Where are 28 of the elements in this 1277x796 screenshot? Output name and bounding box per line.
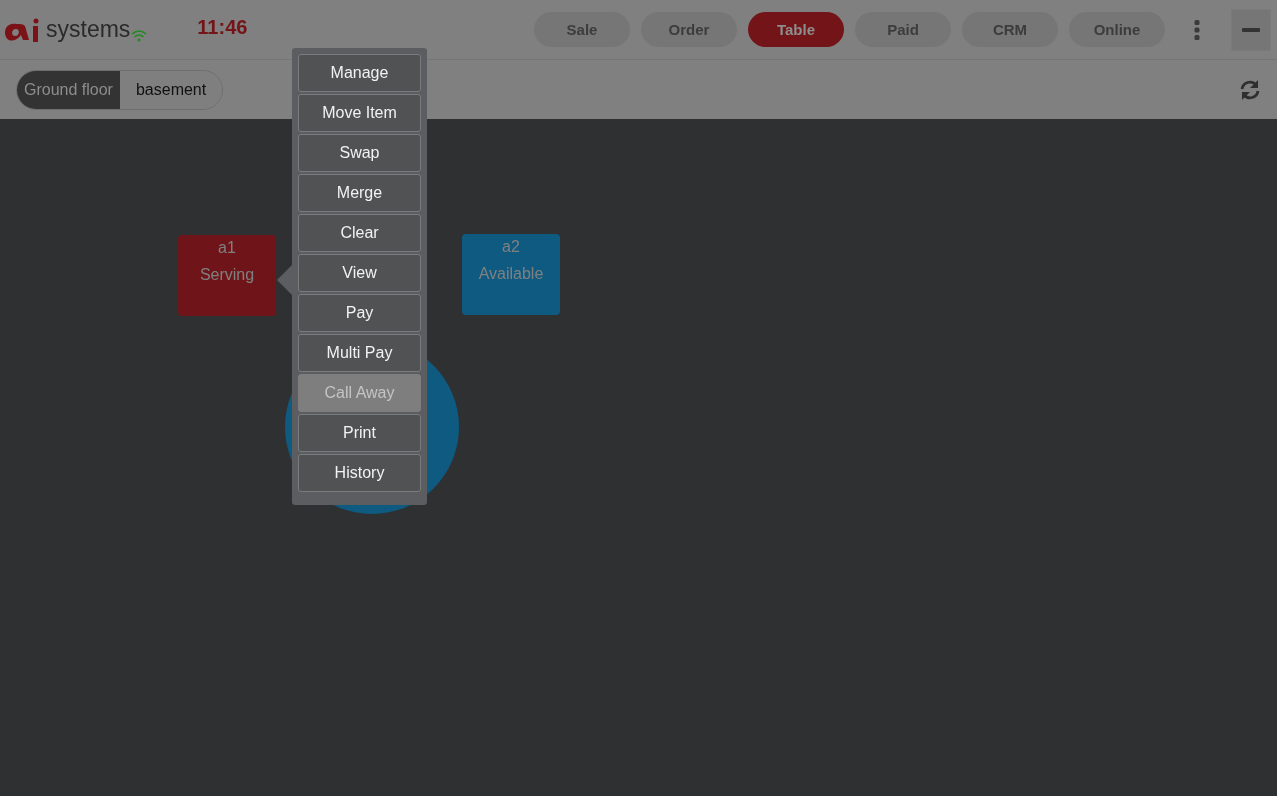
menu-item[interactable]: Swap [298, 134, 421, 172]
nav-tab[interactable]: Order [641, 12, 737, 47]
table-name: a2 [502, 238, 520, 256]
more-options-icon[interactable] [1194, 19, 1200, 40]
menu-item[interactable]: Merge [298, 174, 421, 212]
menu-item[interactable]: Multi Pay [298, 334, 421, 372]
table-status: Available [478, 265, 544, 283]
table-tile[interactable]: a1 Serving [178, 235, 276, 316]
menu-item[interactable]: Manage [298, 54, 421, 92]
nav-tab[interactable]: Table [748, 12, 844, 47]
nav-tab[interactable]: Sale [534, 12, 630, 47]
menu-item[interactable]: View [298, 254, 421, 292]
menu-item[interactable]: Clear [298, 214, 421, 252]
refresh-icon[interactable] [1239, 78, 1261, 101]
table-status: Serving [199, 266, 255, 284]
brand-name: systems [46, 16, 131, 43]
floor-tab[interactable]: Ground floor [17, 70, 120, 109]
nav-tab[interactable]: Online [1069, 12, 1165, 47]
minimize-button[interactable] [1231, 8, 1271, 51]
menu-item[interactable]: Pay [298, 294, 421, 332]
nav-tab[interactable]: CRM [962, 12, 1058, 47]
menu-item[interactable]: Move Item [298, 94, 421, 132]
clock-time: 11:46 [197, 16, 248, 39]
menu-item[interactable]: Print [298, 414, 421, 452]
menu-item[interactable]: History [298, 454, 421, 492]
wifi-icon [131, 28, 148, 43]
nav-tab[interactable]: Paid [855, 12, 951, 47]
table-name: a1 [218, 239, 236, 257]
